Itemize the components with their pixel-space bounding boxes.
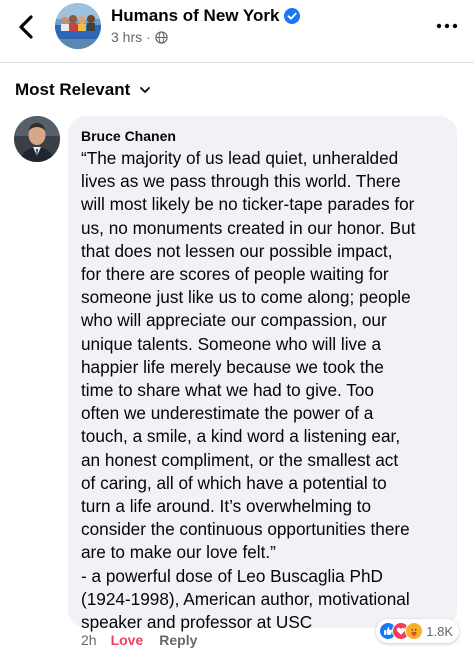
sort-label: Most Relevant	[15, 80, 131, 99]
page-avatar[interactable]	[55, 3, 101, 49]
comment-text-line: an honest compliment, or the smallest ac…	[81, 449, 399, 470]
commenter-name[interactable]: Bruce Chanen	[81, 127, 447, 145]
comment-text-line: us, no monuments created in our honor. B…	[81, 217, 416, 238]
love-reaction-button[interactable]: Love	[111, 632, 144, 648]
comment-text-line: (1924-1998), American author, motivation…	[81, 588, 410, 609]
comment-text-line: happier life merely because we took the	[81, 356, 384, 377]
comment-text-line: - a powerful dose of Leo Buscaglia PhD	[81, 565, 383, 586]
comment-bubble: Bruce Chanen “The majority of us lead qu…	[68, 116, 457, 632]
comment-text-line: of caring, all of which have a potential…	[81, 472, 387, 493]
comment-text-line: will most likely be no ticker-tape parad…	[81, 194, 415, 215]
comment-text-line: time to share what we had to give. Too	[81, 380, 374, 401]
reaction-summary[interactable]: 1.8K	[376, 619, 459, 643]
reply-button[interactable]: Reply	[159, 632, 197, 648]
chevron-down-icon	[140, 87, 151, 93]
meta-separator: ·	[146, 29, 151, 45]
comment-text: “The majority of us lead quiet, unherald…	[81, 147, 447, 634]
post-header: Humans of New York 3 hrs ·	[0, 0, 474, 58]
post-time[interactable]: 3 hrs	[111, 29, 142, 45]
comment-actions: 2h Love Reply	[81, 629, 197, 651]
header-divider	[0, 62, 474, 63]
comment-text-line: unique talents. Someone who will live a	[81, 333, 382, 354]
post-meta: 3 hrs ·	[111, 28, 168, 46]
comment-text-line: who will appreciate our compassion, our	[81, 310, 387, 331]
reaction-count: 1.8K	[426, 623, 453, 639]
comment-text-line: lives as we pass through this world. The…	[81, 171, 401, 192]
comment-text-line: that does not lessen our possible impact…	[81, 240, 393, 261]
comment-text-line: “The majority of us lead quiet, unherald…	[81, 148, 399, 168]
page-name[interactable]: Humans of New York	[111, 6, 279, 26]
comment-text-line: for there are scores of people waiting f…	[81, 264, 389, 285]
care-icon	[405, 622, 424, 640]
chevron-left-icon[interactable]	[10, 10, 44, 44]
globe-icon	[155, 30, 168, 44]
comment-text-line: consider the continuous opportunities th…	[81, 519, 410, 540]
comment-sort-dropdown[interactable]: Most Relevant	[15, 77, 151, 103]
page-name-row: Humans of New York	[111, 4, 301, 28]
comment-time[interactable]: 2h	[81, 632, 97, 648]
commenter-avatar[interactable]	[14, 116, 60, 162]
comment-text-line: turn a life around. It’s overwhelming to	[81, 496, 372, 517]
comment-text-line: are to make our love felt.”	[81, 542, 276, 563]
comment-text-line: often we underestimate the power of a	[81, 403, 374, 424]
verified-badge-icon	[284, 8, 301, 24]
more-horizontal-icon[interactable]	[434, 14, 460, 38]
comment-text-line: someone just like us to come along; peop…	[81, 287, 411, 308]
comment-text-line: touch, a smile, a kind word a listening …	[81, 426, 401, 447]
